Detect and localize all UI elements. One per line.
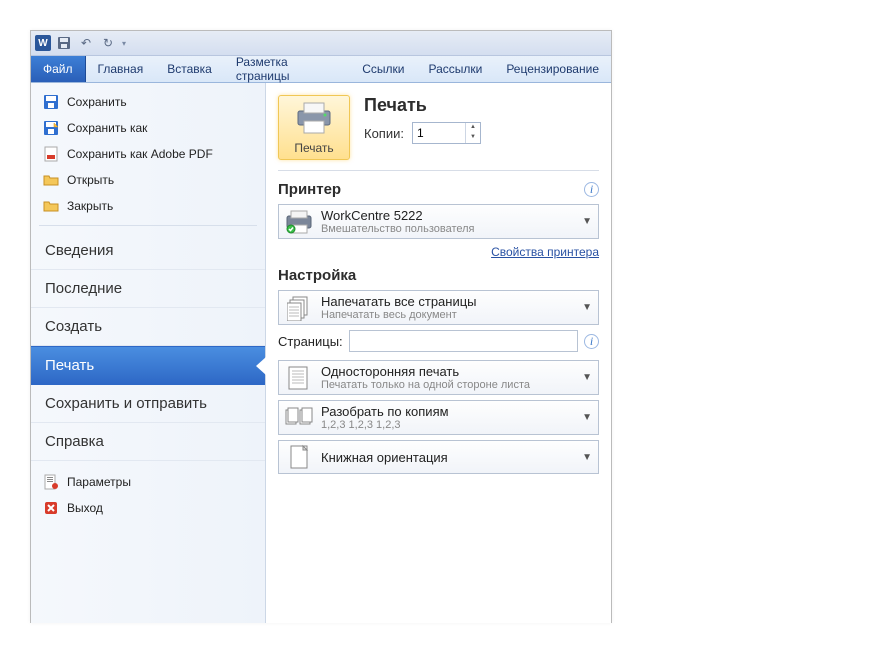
separator (39, 225, 257, 226)
qat-redo-icon[interactable]: ↻ (99, 34, 117, 52)
folder-open-icon (43, 172, 59, 188)
orientation-main: Книжная ориентация (321, 450, 574, 465)
menu-save-as-pdf[interactable]: Сохранить как Adobe PDF (31, 141, 265, 167)
tab-review[interactable]: Рецензирование (494, 56, 611, 82)
save-as-icon (43, 120, 59, 136)
info-icon[interactable]: i (584, 334, 599, 349)
menu-save[interactable]: Сохранить (31, 89, 265, 115)
info-icon[interactable]: i (584, 182, 599, 197)
section-save-send[interactable]: Сохранить и отправить (31, 385, 265, 423)
qat-customize-icon[interactable]: ▾ (121, 39, 127, 48)
chevron-down-icon: ▼ (582, 452, 592, 463)
backstage-body: Сохранить Сохранить как Сохранить как Ad… (31, 83, 611, 623)
print-button-label: Печать (281, 141, 347, 155)
section-print[interactable]: Печать (31, 346, 265, 385)
tab-file[interactable]: Файл (31, 56, 86, 82)
word-app-icon: W (35, 35, 51, 51)
chevron-down-icon: ▼ (582, 302, 592, 313)
tab-mailings[interactable]: Рассылки (416, 56, 494, 82)
scope-sub: Напечатать весь документ (321, 309, 574, 321)
section-help[interactable]: Справка (31, 423, 265, 461)
menu-close-doc[interactable]: Закрыть (31, 193, 265, 219)
section-new[interactable]: Создать (31, 308, 265, 346)
setting-duplex[interactable]: Односторонняя печать Печатать только на … (278, 360, 599, 395)
printer-properties-link[interactable]: Свойства принтера (491, 245, 599, 259)
print-button[interactable]: Печать (278, 95, 350, 160)
collate-icon (285, 407, 313, 429)
pdf-icon (43, 146, 59, 162)
printer-heading: Принтер (278, 181, 341, 198)
pages-input[interactable] (349, 330, 578, 352)
printer-device-icon (285, 210, 313, 234)
copies-input[interactable] (413, 123, 465, 143)
menu-label: Открыть (67, 173, 114, 187)
printer-name: WorkCentre 5222 (321, 208, 574, 223)
spinner-up-icon[interactable]: ▲ (466, 123, 480, 133)
scope-main: Напечатать все страницы (321, 294, 574, 309)
menu-options[interactable]: Параметры (31, 469, 265, 495)
exit-icon (43, 500, 59, 516)
settings-heading: Настройка (278, 267, 356, 284)
tab-home[interactable]: Главная (86, 56, 156, 82)
tab-insert[interactable]: Вставка (155, 56, 224, 82)
portrait-icon (285, 444, 313, 470)
save-icon (43, 94, 59, 110)
chevron-down-icon: ▼ (582, 372, 592, 383)
spinner-down-icon[interactable]: ▼ (466, 133, 480, 143)
folder-close-icon (43, 198, 59, 214)
chevron-down-icon: ▼ (582, 216, 592, 227)
options-icon (43, 474, 59, 490)
print-panel: Печать Печать Копии: ▲ ▼ (266, 83, 611, 623)
ribbon-tabs: Файл Главная Вставка Разметка страницы С… (31, 56, 611, 83)
tab-page-layout[interactable]: Разметка страницы (224, 56, 350, 82)
pages-stack-icon (285, 295, 313, 321)
quick-access-toolbar: W ↶ ↻ ▾ (31, 31, 611, 56)
single-side-icon (285, 365, 313, 391)
menu-open[interactable]: Открыть (31, 167, 265, 193)
pages-label: Страницы: (278, 334, 343, 349)
backstage-sidebar: Сохранить Сохранить как Сохранить как Ad… (31, 83, 266, 623)
print-heading: Печать (364, 95, 481, 116)
printer-status: Вмешательство пользователя (321, 223, 574, 235)
menu-exit[interactable]: Выход (31, 495, 265, 521)
chevron-down-icon: ▼ (582, 412, 592, 423)
menu-label: Сохранить (67, 95, 127, 109)
menu-label: Выход (67, 501, 103, 515)
duplex-main: Односторонняя печать (321, 364, 574, 379)
spinner-arrows[interactable]: ▲ ▼ (465, 123, 480, 143)
menu-save-as[interactable]: Сохранить как (31, 115, 265, 141)
duplex-sub: Печатать только на одной стороне листа (321, 379, 574, 391)
menu-label: Сохранить как Adobe PDF (67, 147, 213, 161)
printer-select[interactable]: WorkCentre 5222 Вмешательство пользовате… (278, 204, 599, 239)
qat-save-icon[interactable] (55, 34, 73, 52)
setting-print-scope[interactable]: Напечатать все страницы Напечатать весь … (278, 290, 599, 325)
menu-label: Сохранить как (67, 121, 147, 135)
setting-orientation[interactable]: Книжная ориентация ▼ (278, 440, 599, 474)
menu-label: Параметры (67, 475, 131, 489)
tab-references[interactable]: Ссылки (350, 56, 416, 82)
menu-label: Закрыть (67, 199, 113, 213)
copies-label: Копии: (364, 126, 404, 141)
collate-main: Разобрать по копиям (321, 404, 574, 419)
qat-undo-icon[interactable]: ↶ (77, 34, 95, 52)
collate-sub: 1,2,3 1,2,3 1,2,3 (321, 419, 574, 431)
setting-collate[interactable]: Разобрать по копиям 1,2,3 1,2,3 1,2,3 ▼ (278, 400, 599, 435)
copies-spinner[interactable]: ▲ ▼ (412, 122, 481, 144)
printer-icon (294, 123, 334, 138)
app-window: W ↶ ↻ ▾ Файл Главная Вставка Разметка ст… (30, 30, 612, 623)
section-recent[interactable]: Последние (31, 270, 265, 308)
section-info[interactable]: Сведения (31, 232, 265, 270)
